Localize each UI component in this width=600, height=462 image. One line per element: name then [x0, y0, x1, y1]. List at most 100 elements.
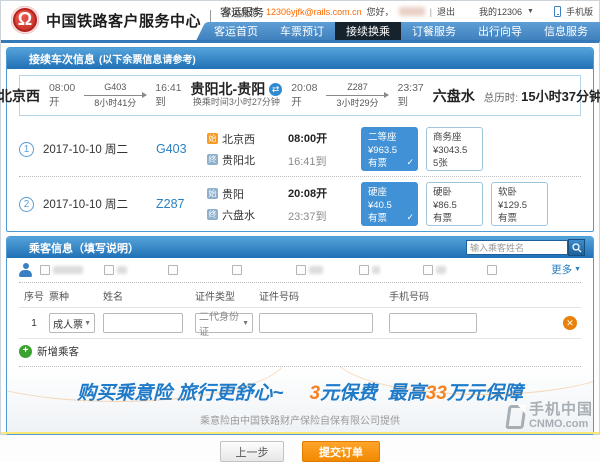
seat-card-hard-seat-selected[interactable]: 硬座 ¥40.5 有票 ✓: [361, 182, 418, 226]
leg1-train-no: G403: [104, 82, 126, 93]
phone-field[interactable]: [389, 313, 477, 333]
page-header: Ω 中国铁路客户服务中心 客运服务 客服热线:12306 意见反馈: 12306…: [1, 1, 599, 43]
saved-passenger-option: [104, 265, 168, 275]
train-to-station: 六盘水: [222, 207, 255, 223]
train-from-station: 贵阳: [222, 186, 244, 202]
mobile-phone-icon: [554, 6, 561, 17]
train-number-link[interactable]: G403: [156, 142, 198, 156]
passenger-checkbox[interactable]: [423, 265, 433, 275]
leg1-arrow: G403 8小时41分: [84, 82, 146, 109]
seat-card-second-class-selected[interactable]: 二等座 ¥963.5 有票 ✓: [361, 127, 418, 171]
blurred-passenger-name: [372, 266, 380, 274]
footer-actions: 上一步 提交订单: [1, 435, 599, 462]
train-arrive-time: 23:37到: [288, 208, 338, 224]
transfer-panel-note: (以下余票信息请参考): [99, 51, 196, 66]
row-seq: 1: [19, 318, 49, 329]
separator: |: [430, 7, 432, 17]
id-number-field[interactable]: [259, 313, 373, 333]
origin-station: 北京西: [0, 86, 40, 106]
logout-link[interactable]: 退出: [437, 5, 455, 18]
seat-card-soft-sleeper[interactable]: 软卧 ¥129.5 有票: [491, 182, 548, 226]
destination-station: 六盘水: [433, 86, 475, 106]
col-name: 姓名: [103, 288, 195, 303]
blurred-passenger-name: [436, 266, 446, 274]
transfer-panel-header: 接续车次信息 (以下余票信息请参考): [7, 48, 593, 69]
passenger-panel-header: 乘客信息（填写说明）: [7, 237, 593, 258]
previous-step-button[interactable]: 上一步: [220, 441, 284, 462]
chevron-down-icon: ▼: [84, 320, 91, 327]
passenger-checkbox[interactable]: [296, 265, 306, 275]
passenger-table: 序号 票种 姓名 证件类型 证件号码 手机号码 1 成人票 ▼ 二代身份证 ▼: [19, 283, 581, 339]
chevron-down-icon: ▼: [242, 320, 249, 327]
chevron-down-icon[interactable]: ▼: [527, 8, 534, 15]
passenger-checkbox[interactable]: [232, 265, 242, 275]
saved-passenger-option: [359, 265, 423, 275]
origin-station-icon: 始: [207, 188, 218, 199]
blurred-passenger-name: [53, 266, 83, 274]
col-phone: 手机号码: [389, 288, 489, 303]
submit-order-button[interactable]: 提交订单: [302, 441, 380, 462]
origin-depart-time: 08:00开: [49, 82, 75, 109]
username-blurred: [399, 7, 425, 16]
train-from-station: 北京西: [222, 131, 255, 147]
passenger-checkbox[interactable]: [104, 265, 114, 275]
name-field[interactable]: [103, 313, 183, 333]
my-12306-link[interactable]: 我的12306: [479, 5, 522, 18]
passenger-checkbox[interactable]: [40, 265, 50, 275]
add-passenger-button[interactable]: + 新增乘客: [19, 344, 581, 367]
passenger-checkbox[interactable]: [168, 265, 178, 275]
id-type-select[interactable]: 二代身份证 ▼: [195, 313, 253, 333]
passenger-checkbox[interactable]: [487, 265, 497, 275]
leg2-depart-time: 20:08开: [291, 82, 317, 109]
transfer-station: 贵阳北-贵阳: [191, 83, 266, 96]
passenger-info-panel: 乘客信息（填写说明）: [6, 236, 594, 435]
seat-card-hard-sleeper[interactable]: 硬卧 ¥86.5 有票: [426, 182, 483, 226]
plus-icon: +: [19, 345, 32, 358]
feedback-label: 意见反馈:: [222, 5, 261, 18]
more-passengers-link[interactable]: 更多 ▼: [551, 262, 581, 277]
header-blue-strip: [1, 40, 599, 43]
person-icon: [19, 263, 32, 277]
user-bar: 意见反馈: 12306yjfk@rails.com.cn 您好， | 退出 我的…: [222, 5, 593, 18]
transfer-panel-title: 接续车次信息: [29, 51, 95, 67]
train-arrive-time: 16:41到: [288, 153, 338, 169]
saved-passenger-option: [487, 265, 551, 275]
saved-passenger-row: 更多 ▼: [19, 262, 581, 283]
saved-passenger-option: [296, 265, 360, 275]
transfer-swap-icon: ⇄: [269, 83, 282, 96]
greeting-text: 您好，: [367, 5, 394, 18]
train-to-station: 贵阳北: [222, 152, 255, 168]
insurance-banner[interactable]: 购买乘意险 旅行更舒心~3元保费 最高33万元保障 乘意险由中国铁路财产保险自保…: [7, 367, 593, 434]
transfer-time-note: 换乘时间3小时27分钟: [193, 96, 280, 109]
passenger-checkbox[interactable]: [359, 265, 369, 275]
bottom-yellow-strip: [1, 432, 599, 434]
train-number-link[interactable]: Z287: [156, 197, 198, 211]
mobile-version-link[interactable]: 手机版: [566, 5, 593, 18]
leg1-arrive-time: 16:41到: [155, 82, 181, 109]
train-depart-time: 20:08开: [288, 185, 338, 201]
transfer-station-block: 贵阳北-贵阳 ⇄ 换乘时间3小时27分钟: [191, 83, 283, 109]
search-button[interactable]: [568, 239, 585, 256]
seat-card-business-class[interactable]: 商务座 ¥3043.5 5张: [426, 127, 483, 171]
col-seq: 序号: [19, 288, 49, 303]
transfer-info-panel: 接续车次信息 (以下余票信息请参考) 北京西 08:00开 G403 8小时41…: [6, 47, 594, 232]
feedback-email-link[interactable]: 12306yjfk@rails.com.cn: [266, 7, 362, 17]
ticket-type-select[interactable]: 成人票 ▼: [49, 313, 95, 333]
train-depart-time: 08:00开: [288, 130, 338, 146]
passenger-search-input[interactable]: [466, 240, 568, 255]
leg2-arrow: Z287 3小时29分: [326, 82, 388, 109]
train-row-z287: 2 2017-10-10 周二 Z287 始 贵阳 终 六盘水 20:08开 2…: [19, 177, 581, 231]
check-icon: ✓: [406, 211, 414, 224]
insurance-provider: 乘意险由中国铁路财产保险自保有限公司提供: [7, 412, 593, 427]
saved-passenger-option: [40, 265, 104, 275]
arrow-right-icon: [326, 95, 388, 96]
train-seq-badge: 2: [19, 197, 34, 212]
leg2-duration: 3小时29分: [336, 98, 378, 109]
delete-passenger-button[interactable]: ✕: [563, 316, 577, 330]
arrow-right-icon: [84, 95, 146, 96]
total-duration: 总历时: 15小时37分钟: [484, 86, 600, 105]
blurred-passenger-name: [117, 266, 127, 274]
train-date: 2017-10-10 周二: [43, 141, 147, 157]
train-date: 2017-10-10 周二: [43, 196, 147, 212]
blurred-passenger-name: [309, 266, 323, 274]
